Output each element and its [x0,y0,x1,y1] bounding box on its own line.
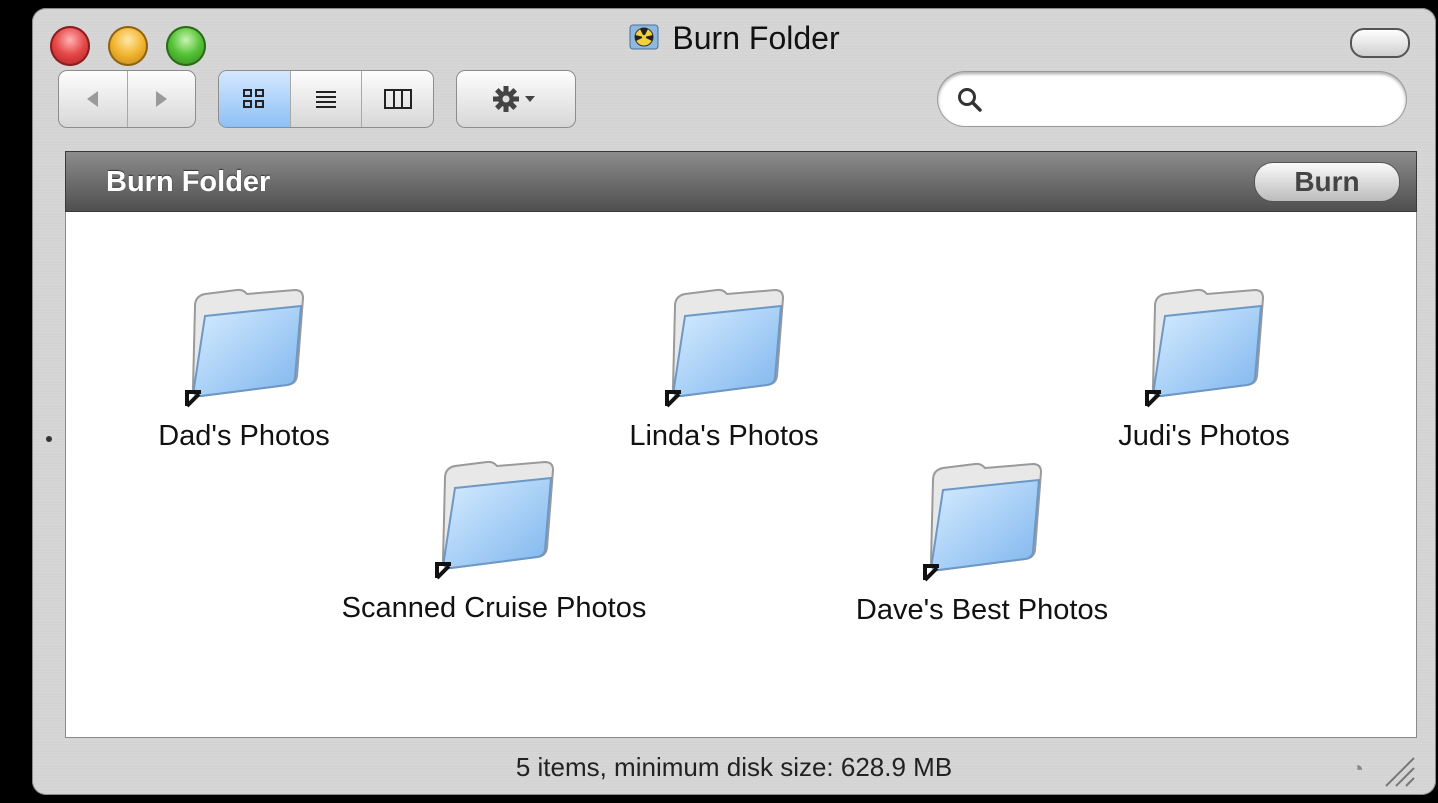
forward-arrow-icon [156,91,168,107]
search-field[interactable] [938,72,1406,126]
action-button[interactable] [457,71,575,127]
finder-window: Burn Folder Burn Folder Burn Dad's Photo… [32,8,1436,795]
window-title-group: Burn Folder [32,20,1436,57]
item-name: Scanned Cruise Photos [341,592,647,624]
folder-item[interactable]: Dad's Photos [84,284,404,453]
search-icon [958,88,982,112]
burn-button[interactable]: Burn [1254,162,1400,202]
icon-view-icon [243,89,265,108]
view-mode-control [218,70,434,128]
item-name: Dad's Photos [158,420,330,452]
gear-icon [493,86,535,112]
item-name: Judi's Photos [1118,420,1290,452]
icon-view-button[interactable] [219,71,291,127]
chevron-down-icon [525,96,535,102]
resize-grip-icon[interactable] [1380,752,1416,788]
folder-alias-icon [665,288,785,408]
item-name: Dave's Best Photos [855,594,1109,626]
action-menu-button[interactable] [456,70,576,128]
folder-alias-icon [435,460,555,580]
back-button[interactable] [59,71,128,127]
folder-item[interactable]: Scanned Cruise Photos [334,456,654,625]
list-view-icon [316,91,336,108]
item-name: Linda's Photos [629,420,819,452]
toolbar [32,70,1436,140]
sidebar-resize-handle[interactable] [46,436,52,442]
column-view-button[interactable] [362,71,433,127]
window-title: Burn Folder [672,20,840,56]
status-bar: 5 items, minimum disk size: 628.9 MB [515,752,953,782]
title-bar[interactable]: Burn Folder [32,8,1436,66]
burn-folder-icon [628,21,660,53]
file-browser-area[interactable]: Dad's Photos Linda's Photos Judi's Photo… [65,212,1417,738]
back-forward-control [58,70,196,128]
burn-folder-header: Burn Folder Burn [65,151,1417,212]
list-view-button[interactable] [291,71,363,127]
folder-alias-icon [923,462,1043,582]
folder-item[interactable]: Judi's Photos [1044,284,1364,453]
folder-alias-icon [1145,288,1265,408]
folder-alias-icon [185,288,305,408]
forward-button[interactable] [128,71,196,127]
burn-folder-title: Burn Folder [106,166,271,198]
sync-icon: ◔ [1350,756,1364,781]
folder-item[interactable]: Linda's Photos [564,284,884,453]
toolbar-toggle-button[interactable] [1350,28,1410,58]
folder-item[interactable]: Dave's Best Photos [822,458,1142,627]
back-arrow-icon [86,91,98,107]
search-input[interactable] [994,80,1388,118]
column-view-icon [383,89,412,109]
